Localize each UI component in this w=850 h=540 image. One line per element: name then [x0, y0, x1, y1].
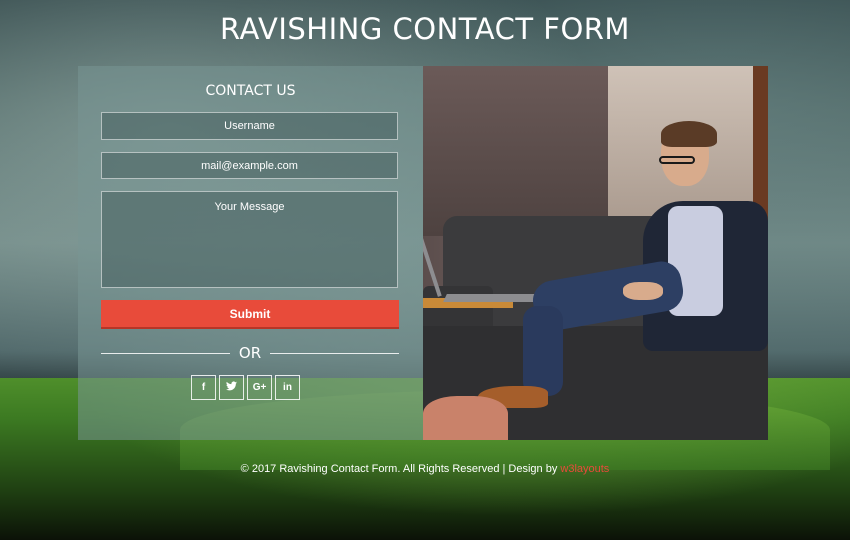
photo-stool: [423, 396, 508, 440]
or-divider: OR: [101, 343, 400, 363]
google-plus-icon: G+: [252, 382, 267, 393]
photo-glasses: [659, 156, 695, 164]
email-input[interactable]: [101, 152, 398, 179]
message-textarea[interactable]: [101, 191, 398, 288]
username-input[interactable]: [101, 112, 398, 140]
google-plus-button[interactable]: G+: [247, 375, 272, 400]
photo-hair: [661, 121, 717, 147]
photo-wall-left: [423, 66, 613, 236]
footer: © 2017 Ravishing Contact Form. All Right…: [0, 463, 850, 475]
divider-line-right: [270, 352, 400, 354]
linkedin-button[interactable]: in: [275, 375, 300, 400]
linkedin-icon: in: [283, 382, 292, 393]
submit-button[interactable]: Submit: [101, 300, 399, 329]
page-title: RAVISHING CONTACT FORM: [220, 12, 630, 46]
form-panel: CONTACT US Submit OR f G+ in: [78, 66, 423, 440]
contact-card: CONTACT US Submit OR f G+ in: [78, 66, 768, 440]
social-links: f G+ in: [191, 375, 300, 400]
footer-link[interactable]: w3layouts: [560, 463, 609, 475]
facebook-button[interactable]: f: [191, 375, 216, 400]
twitter-button[interactable]: [219, 375, 244, 400]
or-text: OR: [238, 344, 262, 362]
form-heading: CONTACT US: [205, 83, 296, 99]
photo-laptop-base: [443, 294, 537, 302]
hero-photo: [423, 66, 768, 440]
facebook-icon: f: [201, 382, 206, 393]
divider-line-left: [101, 352, 230, 354]
footer-text: © 2017 Ravishing Contact Form. All Right…: [240, 463, 561, 475]
twitter-icon: [226, 381, 237, 394]
photo-jeans-leg: [523, 306, 563, 396]
photo-hand: [623, 282, 663, 300]
